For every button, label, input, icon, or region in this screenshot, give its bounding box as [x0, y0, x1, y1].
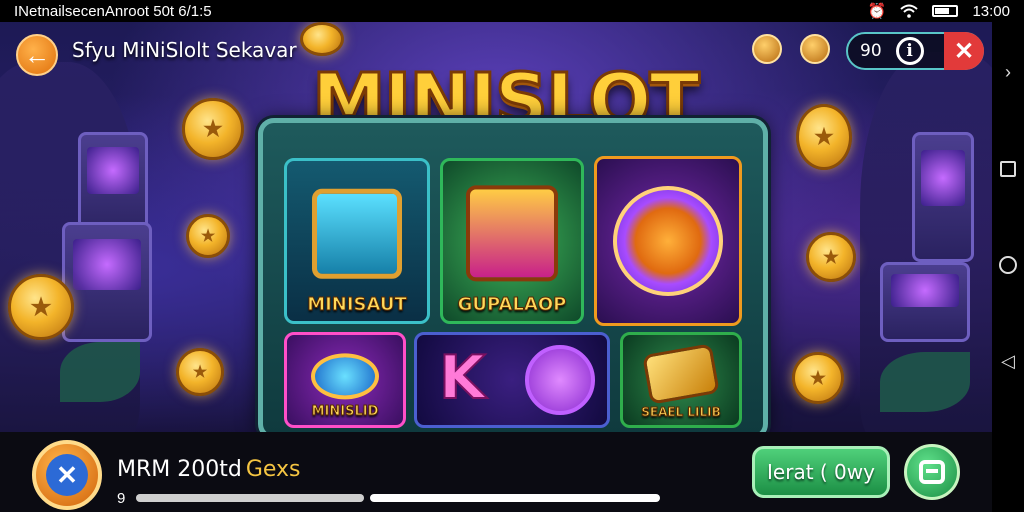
- game-tile-gold-card[interactable]: SEAEL LILIB: [620, 332, 742, 428]
- home-indicator[interactable]: [370, 494, 660, 502]
- close-button[interactable]: ✕: [944, 32, 984, 70]
- home-button[interactable]: [998, 255, 1018, 275]
- player-name-text: MRM 200td: [117, 457, 242, 482]
- menu-button[interactable]: [904, 444, 960, 500]
- game-tile-k-orb[interactable]: K: [414, 332, 610, 428]
- arcade-machine-decor: [912, 132, 974, 262]
- game-tile-minislid[interactable]: MINISLID: [284, 332, 406, 428]
- coin-icon: ★: [806, 232, 856, 282]
- leaf-decor: [60, 342, 140, 402]
- battery-icon: [932, 5, 959, 17]
- xp-progress-fill: [136, 494, 364, 502]
- status-bar: INetnailsecenAnroot 50t 6/1:5 ⏰ 13:00: [0, 0, 1024, 22]
- coin-icon: [300, 22, 344, 56]
- menu-box-icon: [919, 460, 945, 484]
- tile-label: MINISLID: [311, 404, 379, 420]
- triangle-left-icon: ◁: [1001, 351, 1015, 372]
- screen-machine-icon: [312, 188, 402, 279]
- clock: 13:00: [972, 2, 1010, 20]
- info-icon: i: [906, 41, 913, 61]
- hud-panel: 90 i ✕: [846, 32, 984, 70]
- arcade-machine-decor: [62, 222, 152, 342]
- close-icon: ✕: [953, 37, 975, 65]
- coin-icon: ★: [186, 214, 230, 258]
- back-nav-button[interactable]: ◁: [998, 351, 1018, 372]
- gift-icon[interactable]: [752, 34, 782, 64]
- letter-k-icon: K: [438, 342, 486, 414]
- play-button[interactable]: Ierat ( 0wy: [752, 446, 890, 498]
- swirl-orb-icon: [525, 345, 595, 415]
- xp-progress-bar: [136, 494, 364, 502]
- gem-button-icon: [311, 353, 379, 400]
- player-name-suffix: Gexs: [245, 457, 301, 482]
- tile-label: MINISAUT: [307, 294, 408, 316]
- arcade-machine-decor: [880, 262, 970, 342]
- player-level: 9: [117, 490, 126, 507]
- back-button[interactable]: ←: [16, 34, 58, 76]
- hud-value: 90: [860, 41, 882, 61]
- wifi-icon: [900, 4, 919, 18]
- leaf-decor: [880, 352, 970, 412]
- tile-label: GUPALAOP: [457, 294, 567, 316]
- character-avatar-icon[interactable]: [800, 34, 830, 64]
- gem-coin-icon: [613, 186, 723, 296]
- gold-card-icon: [642, 343, 720, 405]
- coin-icon: ★: [176, 348, 224, 396]
- game-tile-gem-coin[interactable]: [594, 156, 742, 326]
- circle-icon: [999, 256, 1017, 275]
- coin-icon: ★: [796, 104, 852, 170]
- tile-label: SEAEL LILIB: [641, 405, 722, 420]
- chevron-right-icon[interactable]: ›: [998, 62, 1018, 82]
- page-title: Sfyu MiNiSlolt Sekavar: [72, 38, 297, 62]
- system-nav-bar: › ◁: [992, 22, 1024, 512]
- square-icon: [1000, 160, 1016, 177]
- alarm-icon: ⏰: [867, 3, 887, 20]
- arrow-left-icon: ←: [24, 39, 50, 70]
- coin-icon: ★: [792, 352, 844, 404]
- coin-icon: ★: [8, 274, 74, 340]
- recents-button[interactable]: [998, 159, 1018, 179]
- coin-icon: ★: [182, 98, 244, 160]
- info-button[interactable]: i: [895, 37, 924, 65]
- player-name: MRM 200td Gexs: [117, 457, 301, 482]
- player-avatar[interactable]: ✕: [32, 440, 102, 510]
- game-tile-gupalaop[interactable]: GUPALAOP: [440, 158, 584, 324]
- game-tile-minisaut[interactable]: MINISAUT: [284, 158, 430, 324]
- status-bar-text: INetnailsecenAnroot 50t 6/1:5: [14, 2, 212, 20]
- player-figure-icon: ✕: [46, 454, 88, 496]
- treasure-chest-icon: [466, 185, 558, 282]
